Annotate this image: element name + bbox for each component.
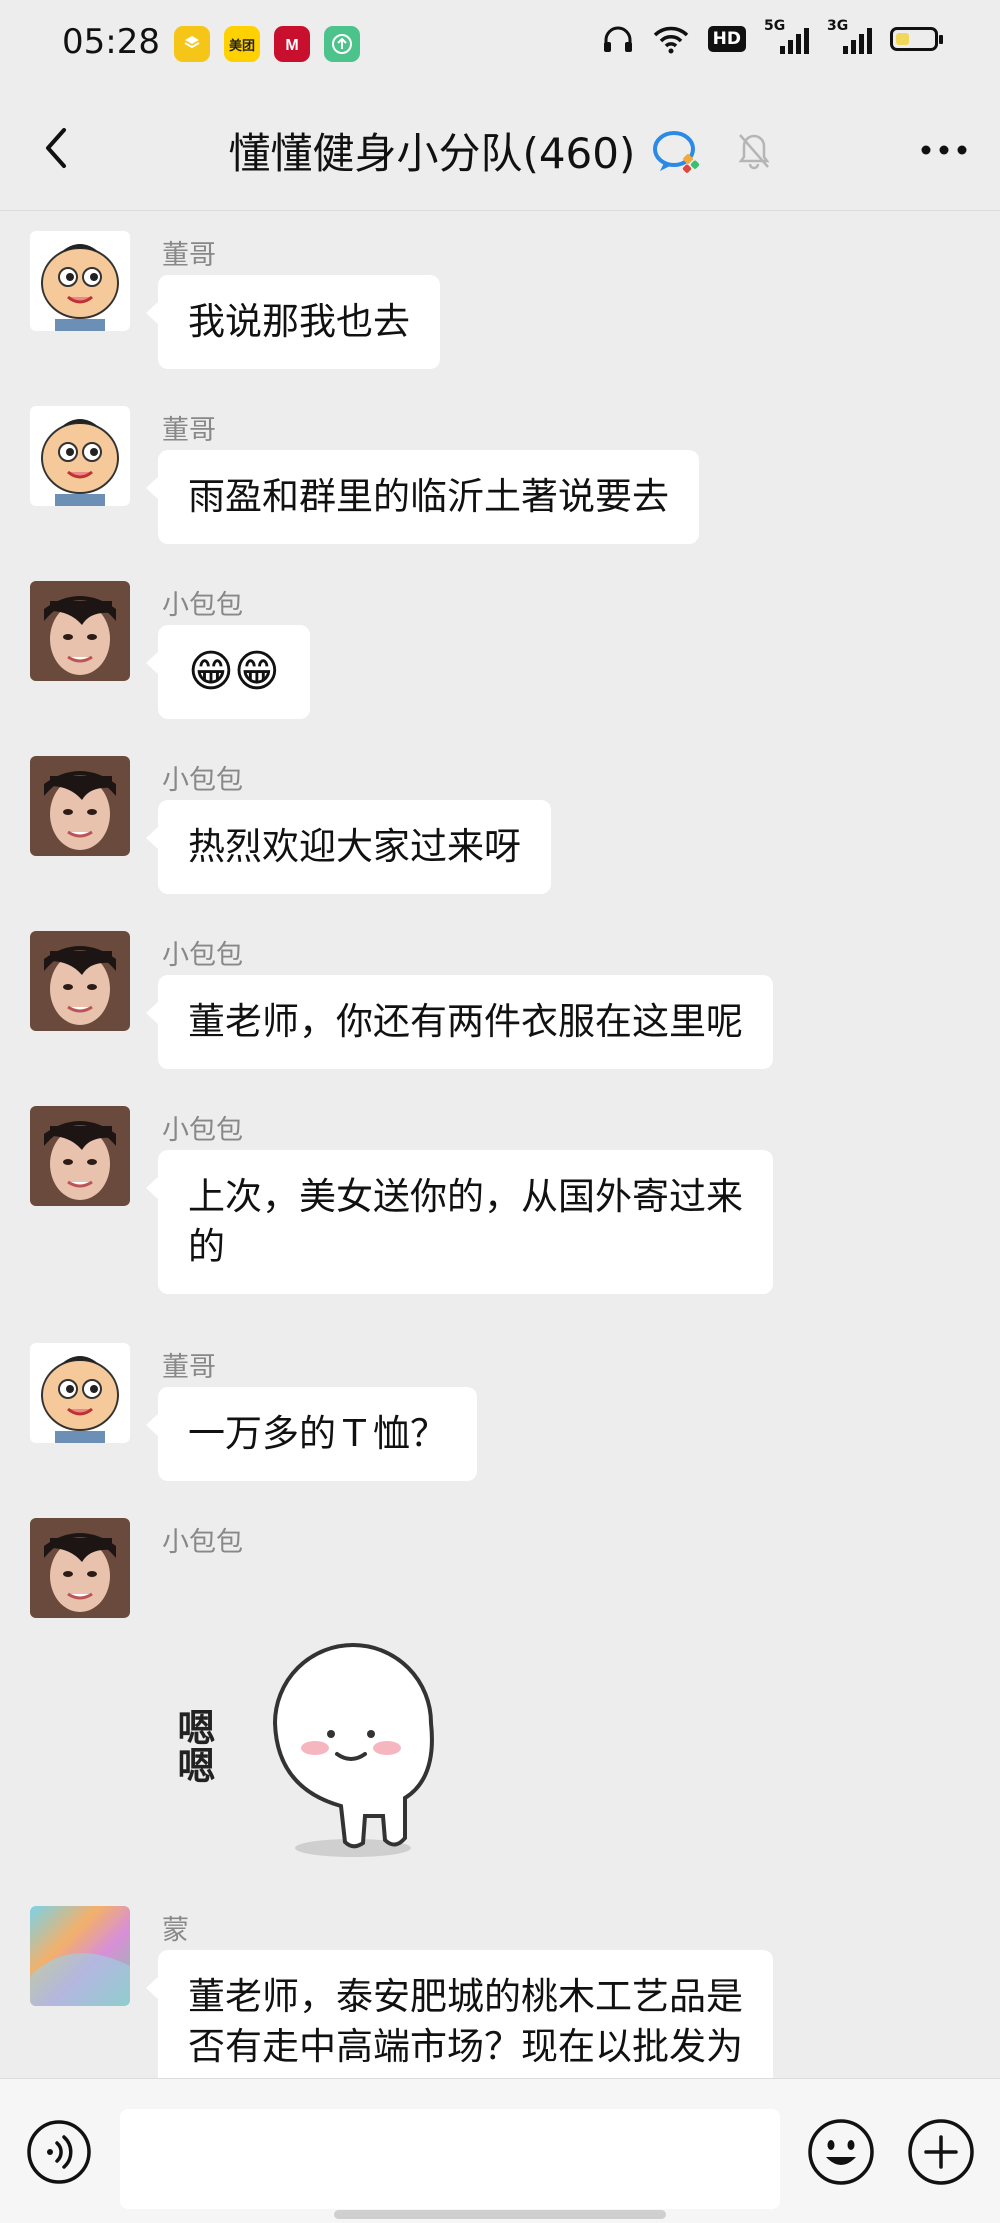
avatar[interactable]	[30, 581, 130, 681]
emoji-message-bubble[interactable]: 😁😁	[146, 625, 310, 719]
message-bubble[interactable]: 热烈欢迎大家过来呀	[146, 800, 551, 894]
emoji-icon[interactable]	[806, 2117, 876, 2187]
sticker-image[interactable]: 嗯嗯	[165, 1638, 465, 1858]
message-item: 小包包 上次，美女送你的，从国外寄过来 的	[0, 1086, 1000, 1316]
message-bubble[interactable]: 上次，美女送你的，从国外寄过来 的	[146, 1150, 773, 1294]
battery-level-fill	[896, 33, 909, 45]
avatar[interactable]	[30, 1106, 130, 1206]
message-item: 小包包 嗯嗯	[0, 1498, 1000, 1878]
svg-text:M: M	[285, 37, 298, 54]
girl-photo-avatar-icon	[30, 581, 130, 681]
message-item: 董哥 我说那我也去	[0, 211, 1000, 376]
chat-header: 懂懂健身小分队(460)	[0, 90, 1000, 211]
sticker-caption: 嗯嗯	[171, 1708, 215, 1784]
meituan-app-icon: 美团	[224, 26, 260, 62]
signal-5g-icon: 5G	[764, 18, 809, 54]
more-plus-icon[interactable]	[906, 2117, 976, 2187]
cartoon-boy-avatar-icon	[30, 406, 130, 506]
message-item: 董哥 雨盈和群里的临沂土著说要去	[0, 386, 1000, 551]
girl-photo-avatar-icon	[30, 756, 130, 856]
chat-title[interactable]: 懂懂健身小分队(460)	[228, 129, 635, 178]
mute-bell-icon	[738, 133, 770, 169]
wifi-icon	[653, 26, 688, 54]
sender-name: 蒙	[162, 1915, 189, 1946]
hd-badge: HD	[707, 26, 746, 52]
more-options-icon[interactable]	[916, 130, 972, 170]
message-bubble[interactable]: 雨盈和群里的临沂土著说要去	[146, 450, 699, 544]
message-list[interactable]: 董哥 我说那我也去 董哥 雨盈和群里的临沂土著说要去 小包包 😁😁 小包包 热烈…	[0, 211, 1000, 2078]
status-bar: 05:28 美团 M HD 5G 3G	[0, 0, 1000, 90]
sender-name: 董哥	[162, 240, 216, 271]
avatar[interactable]	[30, 406, 130, 506]
status-time: 05:28	[62, 22, 160, 62]
avatar[interactable]	[30, 756, 130, 856]
abstract-gradient-avatar-icon	[30, 1906, 130, 2006]
girl-photo-avatar-icon	[30, 1518, 130, 1618]
battery-icon	[890, 27, 943, 51]
message-bubble[interactable]: 我说那我也去	[146, 275, 440, 369]
sender-name: 董哥	[162, 1352, 216, 1383]
avatar[interactable]	[30, 1906, 130, 2006]
message-item: 小包包 热烈欢迎大家过来呀	[0, 736, 1000, 901]
chat-title-area: 懂懂健身小分队(460)	[0, 120, 1000, 181]
avatar[interactable]	[30, 1343, 130, 1443]
taobao-app-icon	[174, 26, 210, 62]
message-input[interactable]	[120, 2109, 780, 2209]
message-item: 小包包 😁😁	[0, 561, 1000, 726]
avatar[interactable]	[30, 1518, 130, 1618]
status-app-icons: 美团 M	[174, 26, 360, 62]
girl-photo-avatar-icon	[30, 1106, 130, 1206]
cmb-bank-app-icon: M	[274, 26, 310, 62]
home-indicator[interactable]	[334, 2210, 666, 2219]
avatar[interactable]	[30, 231, 130, 331]
sender-name: 小包包	[162, 590, 243, 621]
sender-name: 小包包	[162, 1115, 243, 1146]
message-item: 蒙 董老师，泰安肥城的桃木工艺品是 否有走中高端市场？现在以批发为	[0, 1886, 1000, 2078]
message-bubble[interactable]: 董老师，泰安肥城的桃木工艺品是 否有走中高端市场？现在以批发为	[146, 1950, 773, 2078]
girl-photo-avatar-icon	[30, 931, 130, 1031]
message-item: 董哥 一万多的Ｔ恤？	[0, 1323, 1000, 1488]
sender-name: 小包包	[162, 940, 243, 971]
message-bubble[interactable]: 董老师，你还有两件衣服在这里呢	[146, 975, 773, 1069]
sender-name: 董哥	[162, 415, 216, 446]
sender-name: 小包包	[162, 1527, 243, 1558]
voice-input-icon[interactable]	[26, 2119, 92, 2185]
cartoon-boy-avatar-icon	[30, 1343, 130, 1443]
upload-app-icon	[324, 26, 360, 62]
sender-name: 小包包	[162, 765, 243, 796]
signal-3g-icon: 3G	[827, 18, 872, 54]
status-indicators: HD 5G 3G	[602, 18, 943, 54]
avatar[interactable]	[30, 931, 130, 1031]
message-item: 小包包 董老师，你还有两件衣服在这里呢	[0, 911, 1000, 1076]
input-bar	[0, 2078, 1000, 2223]
message-bubble[interactable]: 一万多的Ｔ恤？	[146, 1387, 477, 1481]
cartoon-boy-avatar-icon	[30, 231, 130, 331]
enterprise-chat-icon	[653, 130, 700, 173]
headphones-icon	[603, 26, 632, 52]
